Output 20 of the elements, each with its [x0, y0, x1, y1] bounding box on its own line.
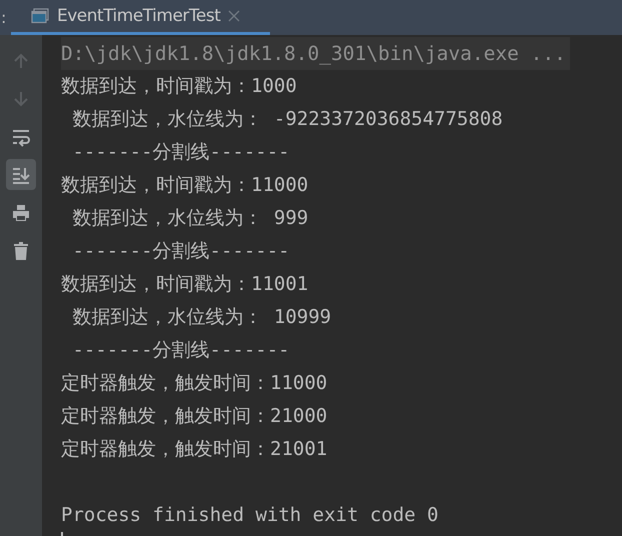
exit-status-line: Process finished with exit code 0	[61, 503, 440, 528]
output-line: -------分割线-------	[71, 338, 291, 363]
close-icon[interactable]	[228, 10, 240, 22]
window-icon	[31, 8, 49, 24]
tool-window-label: :	[1, 8, 8, 27]
output-line: 定时器触发，触发时间：21000	[61, 404, 328, 429]
output-line: 数据到达，水位线为： 10999	[71, 305, 332, 330]
output-line: 定时器触发，触发时间：21001	[61, 437, 328, 462]
output-line: 数据到达，水位线为： -9223372036854775808	[71, 107, 504, 132]
output-line: -------分割线-------	[71, 239, 291, 264]
output-line: 定时器触发，触发时间：11000	[61, 371, 328, 396]
scroll-end-button[interactable]	[6, 159, 36, 190]
output-line: -------分割线-------	[71, 140, 291, 165]
output-line: 数据到达，时间戳为：11001	[61, 272, 310, 297]
output-line: 数据到达，时间戳为：1000	[61, 74, 298, 99]
printer-icon	[11, 202, 31, 222]
text-cursor	[61, 532, 63, 536]
output-line: 数据到达，水位线为： 999	[71, 206, 310, 231]
output-line: 数据到达，时间戳为：11000	[61, 173, 310, 198]
trash-icon	[11, 240, 31, 260]
